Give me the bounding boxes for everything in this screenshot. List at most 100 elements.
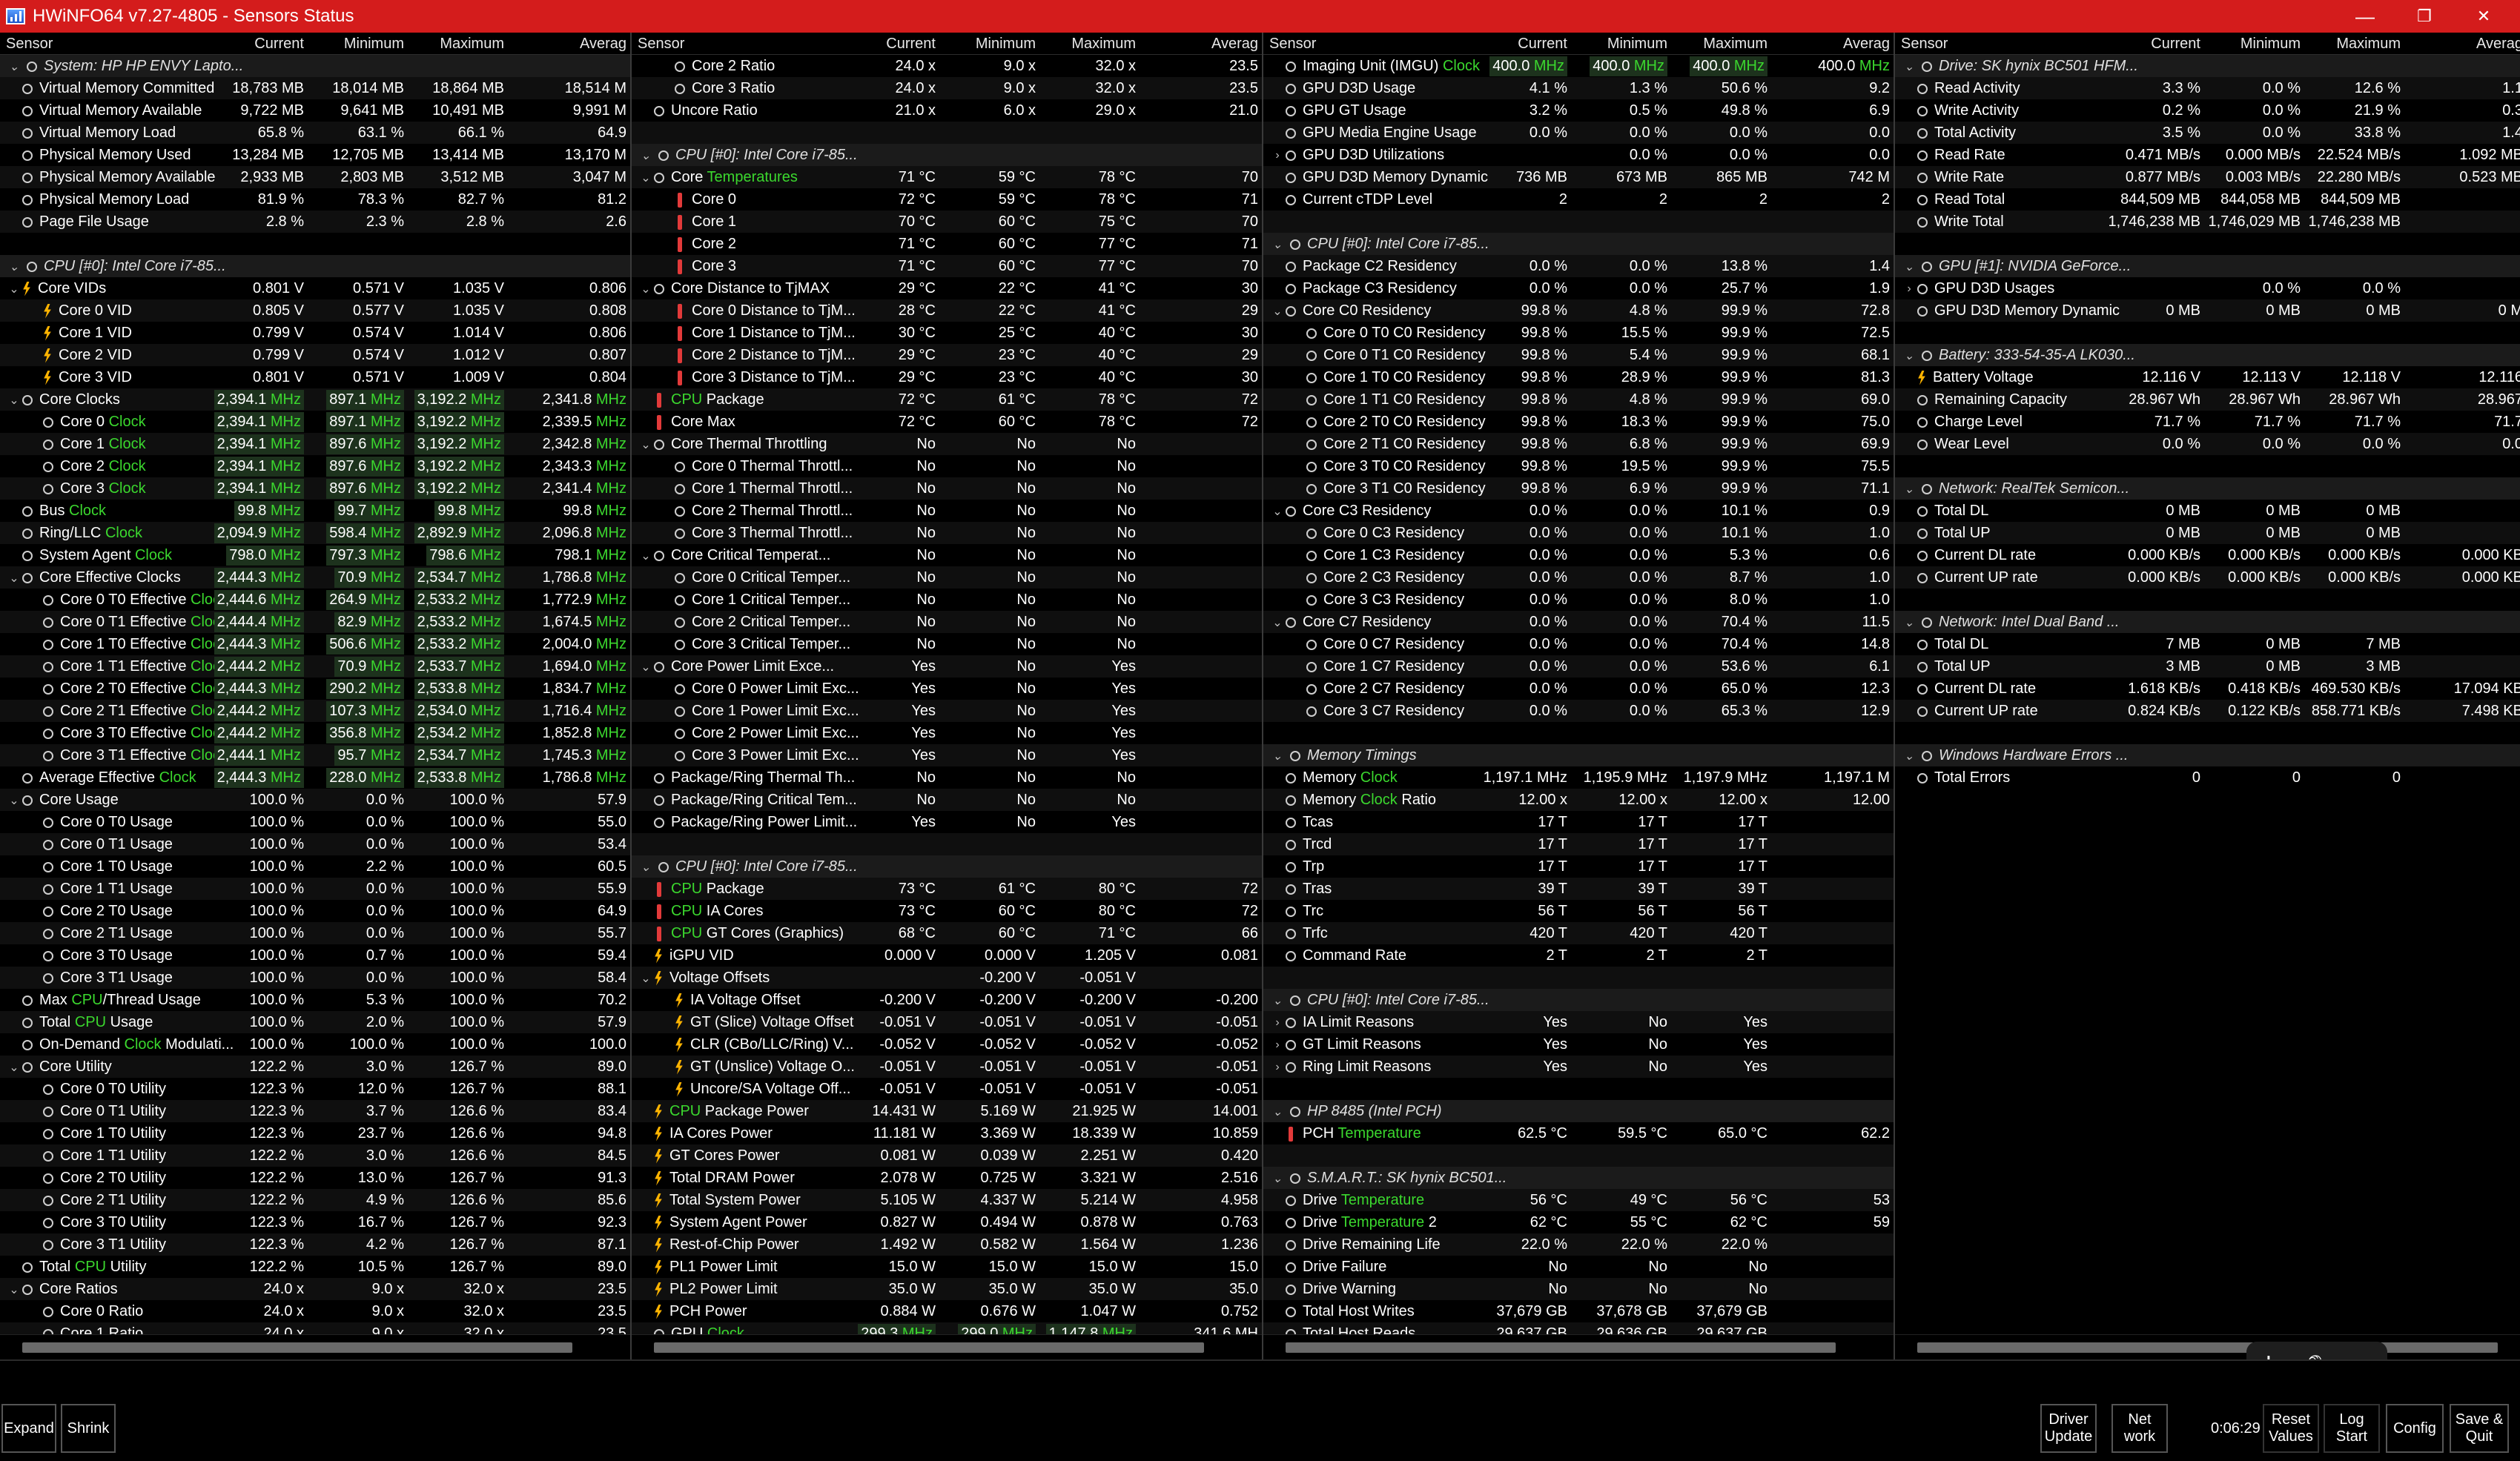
- sensor-row[interactable]: › IA Limit Reasons Yes No Yes: [1263, 1011, 1894, 1033]
- sensor-group-header[interactable]: ⌄ Battery: 333-54-35-A LK030...: [1895, 344, 2520, 366]
- sensor-row[interactable]: GT (Slice) Voltage Offset -0.051 V -0.051 …: [632, 1011, 1262, 1033]
- sensor-row[interactable]: Package C2 Residency 0.0 % 0.0 % 13.8 % 1.4: [1263, 255, 1894, 277]
- sensor-row[interactable]: Core 0 T0 Usage 100.0 % 0.0 % 100.0 % 55.0: [0, 811, 630, 833]
- sensor-row[interactable]: Core 0 Thermal Throttl... No No No: [632, 455, 1262, 477]
- sensor-row[interactable]: Core 0 Distance to TjM... 28 °C 22 °C 41 °C…: [632, 299, 1262, 322]
- sensor-row[interactable]: Core 3 Critical Temper... No No No: [632, 633, 1262, 655]
- sensor-row[interactable]: Uncore Ratio 21.0 x 6.0 x 29.0 x 21.0: [632, 99, 1262, 122]
- sensor-row[interactable]: Core 2 T1 C0 Residency 99.8 % 6.8 % 99.9 % 6…: [1263, 433, 1894, 455]
- collapse-chevron-icon[interactable]: ⌄: [6, 571, 22, 586]
- sensor-row[interactable]: Core 3 71 °C 60 °C 77 °C 70: [632, 255, 1262, 277]
- sensor-row[interactable]: Current DL rate 1.618 KB/s 0.418 KB/s 469.5…: [1895, 678, 2520, 700]
- sensor-row[interactable]: GT (Unslice) Voltage O... -0.051 V -0.051 …: [632, 1056, 1262, 1078]
- collapse-chevron-icon[interactable]: ⌄: [6, 793, 22, 808]
- sensor-row[interactable]: Core 2 T1 Utility 122.2 % 4.9 % 126.6 % 85.6: [0, 1189, 630, 1211]
- sensor-row[interactable]: Core 2 T1 Effective Clock 2,444.2 MHz 107.…: [0, 700, 630, 722]
- expand-chevron-icon[interactable]: ›: [1269, 149, 1286, 162]
- sensor-row[interactable]: Page File Usage 2.8 % 2.3 % 2.8 % 2.6: [0, 211, 630, 233]
- sensor-row[interactable]: Uncore/SA Voltage Off... -0.051 V -0.051 V…: [632, 1078, 1262, 1100]
- sensor-row[interactable]: ⌄ Core Thermal Throttling No No No: [632, 433, 1262, 455]
- maximize-button[interactable]: ❐: [2395, 0, 2454, 33]
- sensor-row[interactable]: Total CPU Utility 122.2 % 10.5 % 126.7 % 89.…: [0, 1256, 630, 1278]
- sensor-row[interactable]: ⌄ Core Critical Temperat... No No No: [632, 544, 1262, 566]
- sensor-row[interactable]: Wear Level 0.0 % 0.0 % 0.0 % 0.0: [1895, 433, 2520, 455]
- header-average[interactable]: Averag: [1211, 36, 1258, 53]
- expand-chevron-icon[interactable]: ›: [1901, 282, 1917, 296]
- sensor-row[interactable]: Read Total 844,509 MB 844,058 MB 844,509 MB: [1895, 188, 2520, 211]
- sensor-row[interactable]: Total Activity 3.5 % 0.0 % 33.8 % 1.4: [1895, 122, 2520, 144]
- network-button[interactable]: Net work: [2111, 1404, 2168, 1453]
- sensor-group-header[interactable]: ⌄ S.M.A.R.T.: SK hynix BC501...: [1263, 1167, 1894, 1189]
- sensor-row[interactable]: Core 2 71 °C 60 °C 77 °C 71: [632, 233, 1262, 255]
- sensor-row[interactable]: ⌄ Core Distance to TjMAX 29 °C 22 °C 41 °C 30: [632, 277, 1262, 299]
- sensor-row[interactable]: Core 1 T0 Effective Clock 2,444.3 MHz 506.…: [0, 633, 630, 655]
- sensor-row[interactable]: ⌄ Core C7 Residency 0.0 % 0.0 % 70.4 % 11.5: [1263, 611, 1894, 633]
- sensor-row[interactable]: Core 0 T1 Utility 122.3 % 3.7 % 126.6 % 83.4: [0, 1100, 630, 1122]
- sensor-row[interactable]: Total UP 0 MB 0 MB 0 MB: [1895, 522, 2520, 544]
- sensor-row[interactable]: ⌄ Voltage Offsets -0.200 V -0.051 V: [632, 967, 1262, 989]
- sensor-row[interactable]: Core 3 T0 C0 Residency 99.8 % 19.5 % 99.9 %…: [1263, 455, 1894, 477]
- sensor-row[interactable]: Core 3 C7 Residency 0.0 % 0.0 % 65.3 % 12.9: [1263, 700, 1894, 722]
- sensor-row[interactable]: Core 3 T1 Effective Clock 2,444.1 MHz 95.7…: [0, 744, 630, 766]
- expand-chevron-icon[interactable]: ›: [1269, 1061, 1286, 1074]
- sensor-group-header[interactable]: ⌄ CPU [#0]: Intel Core i7-85...: [632, 855, 1262, 878]
- sensor-row[interactable]: GPU D3D Memory Dynamic 736 MB 673 MB 865 MB…: [1263, 166, 1894, 188]
- sensor-group-header[interactable]: ⌄ System: HP HP ENVY Lapto...: [0, 55, 630, 77]
- sensor-row[interactable]: Drive Temperature 56 °C 49 °C 56 °C 53: [1263, 1189, 1894, 1211]
- sensor-row[interactable]: Physical Memory Used 13,284 MB 12,705 MB 13…: [0, 144, 630, 166]
- sensor-row[interactable]: Package/Ring Critical Tem... No No No: [632, 789, 1262, 811]
- collapse-chevron-icon[interactable]: ⌄: [6, 59, 22, 74]
- sensor-row[interactable]: Core Max 72 °C 60 °C 78 °C 72: [632, 411, 1262, 433]
- sensor-group-header[interactable]: ⌄ Memory Timings: [1263, 744, 1894, 766]
- sensor-row[interactable]: IA Voltage Offset -0.200 V -0.200 V -0.200 …: [632, 989, 1262, 1011]
- sensor-row[interactable]: Core 2 T0 Utility 122.2 % 13.0 % 126.7 % 91.…: [0, 1167, 630, 1189]
- sensor-row[interactable]: Core 1 T0 Usage 100.0 % 2.2 % 100.0 % 60.5: [0, 855, 630, 878]
- header-average[interactable]: Averag: [580, 36, 626, 53]
- sensor-row[interactable]: › GT Limit Reasons Yes No Yes: [1263, 1033, 1894, 1056]
- collapse-chevron-icon[interactable]: ⌄: [638, 971, 654, 986]
- sensor-group-header[interactable]: ⌄ CPU [#0]: Intel Core i7-85...: [1263, 233, 1894, 255]
- shrink-button[interactable]: Shrink: [61, 1404, 116, 1453]
- sensor-row[interactable]: Total DL 7 MB 0 MB 7 MB: [1895, 633, 2520, 655]
- sensor-row[interactable]: Core 1 T1 Usage 100.0 % 0.0 % 100.0 % 55.9: [0, 878, 630, 900]
- sensor-row[interactable]: GPU D3D Usage 4.1 % 1.3 % 50.6 % 9.2: [1263, 77, 1894, 99]
- sensor-row[interactable]: Core 0 C3 Residency 0.0 % 0.0 % 10.1 % 1.0: [1263, 522, 1894, 544]
- sensor-row[interactable]: Write Rate 0.877 MB/s 0.003 MB/s 22.280 MB/…: [1895, 166, 2520, 188]
- sensor-row[interactable]: Core 1 T1 Utility 122.2 % 3.0 % 126.6 % 84.5: [0, 1144, 630, 1167]
- sensor-row[interactable]: iGPU VID 0.000 V 0.000 V 1.205 V 0.081: [632, 944, 1262, 967]
- sensor-row[interactable]: CPU Package Power 14.431 W 5.169 W 21.925 W…: [632, 1100, 1262, 1122]
- sensor-row[interactable]: Core 1 VID 0.799 V 0.574 V 1.014 V 0.806: [0, 322, 630, 344]
- header-current[interactable]: Current: [1518, 36, 1567, 53]
- sensor-row[interactable]: Core 1 Thermal Throttl... No No No: [632, 477, 1262, 500]
- sensor-row[interactable]: Core 1 T1 Effective Clock 2,444.2 MHz 70.9…: [0, 655, 630, 678]
- header-current[interactable]: Current: [886, 36, 936, 53]
- sensor-row[interactable]: GT Cores Power 0.081 W 0.039 W 2.251 W 0.420: [632, 1144, 1262, 1167]
- collapse-chevron-icon[interactable]: ⌄: [6, 259, 22, 274]
- scrollbar-thumb[interactable]: [1917, 1342, 2498, 1353]
- sensor-row[interactable]: Max CPU/Thread Usage 100.0 % 5.3 % 100.0 % 7…: [0, 989, 630, 1011]
- sensor-row[interactable]: Total DRAM Power 2.078 W 0.725 W 3.321 W 2.5…: [632, 1167, 1262, 1189]
- sensor-group-header[interactable]: ⌄ CPU [#0]: Intel Core i7-85...: [0, 255, 630, 277]
- scrollbar-thumb[interactable]: [1286, 1342, 1836, 1353]
- sensor-row[interactable]: Bus Clock 99.8 MHz 99.7 MHz 99.8 MHz 99.8 MH…: [0, 500, 630, 522]
- sensor-row[interactable]: Core 3 Thermal Throttl... No No No: [632, 522, 1262, 544]
- sensor-row[interactable]: Trcd 17 T 17 T 17 T: [1263, 833, 1894, 855]
- header-sensor[interactable]: Sensor: [1901, 36, 1948, 53]
- collapse-chevron-icon[interactable]: ⌄: [1901, 749, 1917, 763]
- header-average[interactable]: Averag: [2476, 36, 2520, 53]
- sensor-row[interactable]: Core 3 Distance to TjM... 29 °C 23 °C 40 °C…: [632, 366, 1262, 388]
- sensor-row[interactable]: › GPU D3D Utilizations 0.0 % 0.0 % 0.0: [1263, 144, 1894, 166]
- sensor-row[interactable]: ⌄ Core Power Limit Exce... Yes No Yes: [632, 655, 1262, 678]
- sensor-row[interactable]: Drive Temperature 2 62 °C 55 °C 62 °C 59: [1263, 1211, 1894, 1233]
- sensor-row[interactable]: Core 0 Critical Temper... No No No: [632, 566, 1262, 589]
- sensor-row[interactable]: Virtual Memory Load 65.8 % 63.1 % 66.1 % 64.…: [0, 122, 630, 144]
- sensor-row[interactable]: Physical Memory Load 81.9 % 78.3 % 82.7 % 81…: [0, 188, 630, 211]
- sensor-row[interactable]: GPU Media Engine Usage 0.0 % 0.0 % 0.0 % 0.0: [1263, 122, 1894, 144]
- sensor-row[interactable]: GPU GT Usage 3.2 % 0.5 % 49.8 % 6.9: [1263, 99, 1894, 122]
- sensor-row[interactable]: ⌄ Core C0 Residency 99.8 % 4.8 % 99.9 % 72.8: [1263, 299, 1894, 322]
- sensor-row[interactable]: Write Activity 0.2 % 0.0 % 21.9 % 0.3: [1895, 99, 2520, 122]
- collapse-chevron-icon[interactable]: ⌄: [638, 170, 654, 185]
- sensor-row[interactable]: Core 1 Distance to TjM... 30 °C 25 °C 40 °C…: [632, 322, 1262, 344]
- sensor-row[interactable]: Core 0 Ratio 24.0 x 9.0 x 32.0 x 23.5: [0, 1300, 630, 1322]
- sensor-row[interactable]: Core 1 Clock 2,394.1 MHz 897.6 MHz 3,192.2 …: [0, 433, 630, 455]
